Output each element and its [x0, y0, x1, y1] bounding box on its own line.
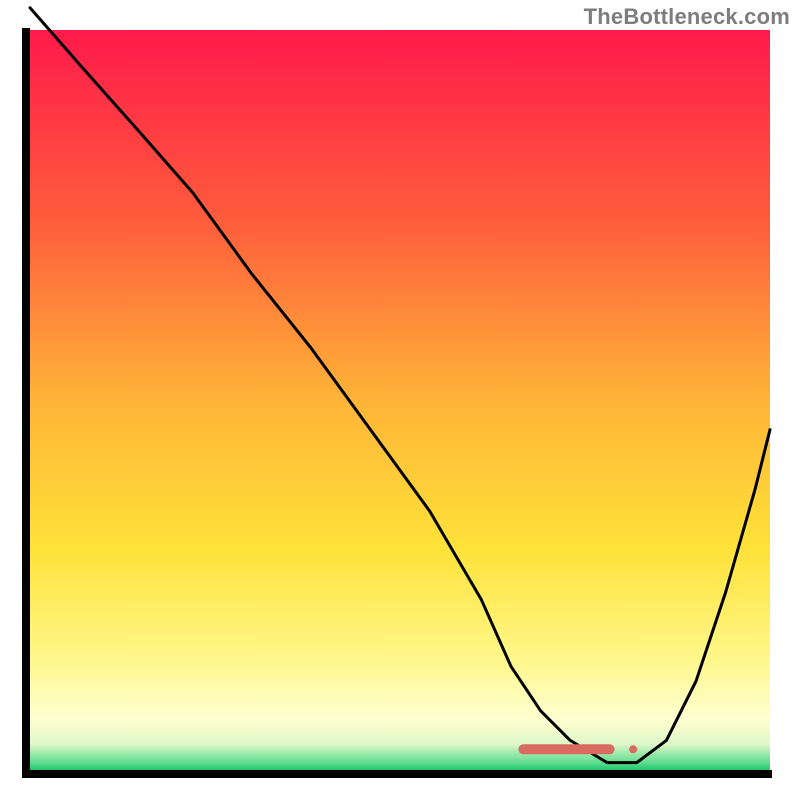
x-axis — [22, 770, 772, 778]
chart-stage: TheBottleneck.com — [0, 0, 800, 800]
bottleneck-chart — [0, 0, 800, 800]
plot-background — [30, 30, 770, 770]
watermark-text: TheBottleneck.com — [584, 4, 790, 30]
optimal-point-marker — [629, 745, 637, 753]
y-axis — [22, 28, 30, 778]
optimal-range-marker — [518, 744, 614, 754]
